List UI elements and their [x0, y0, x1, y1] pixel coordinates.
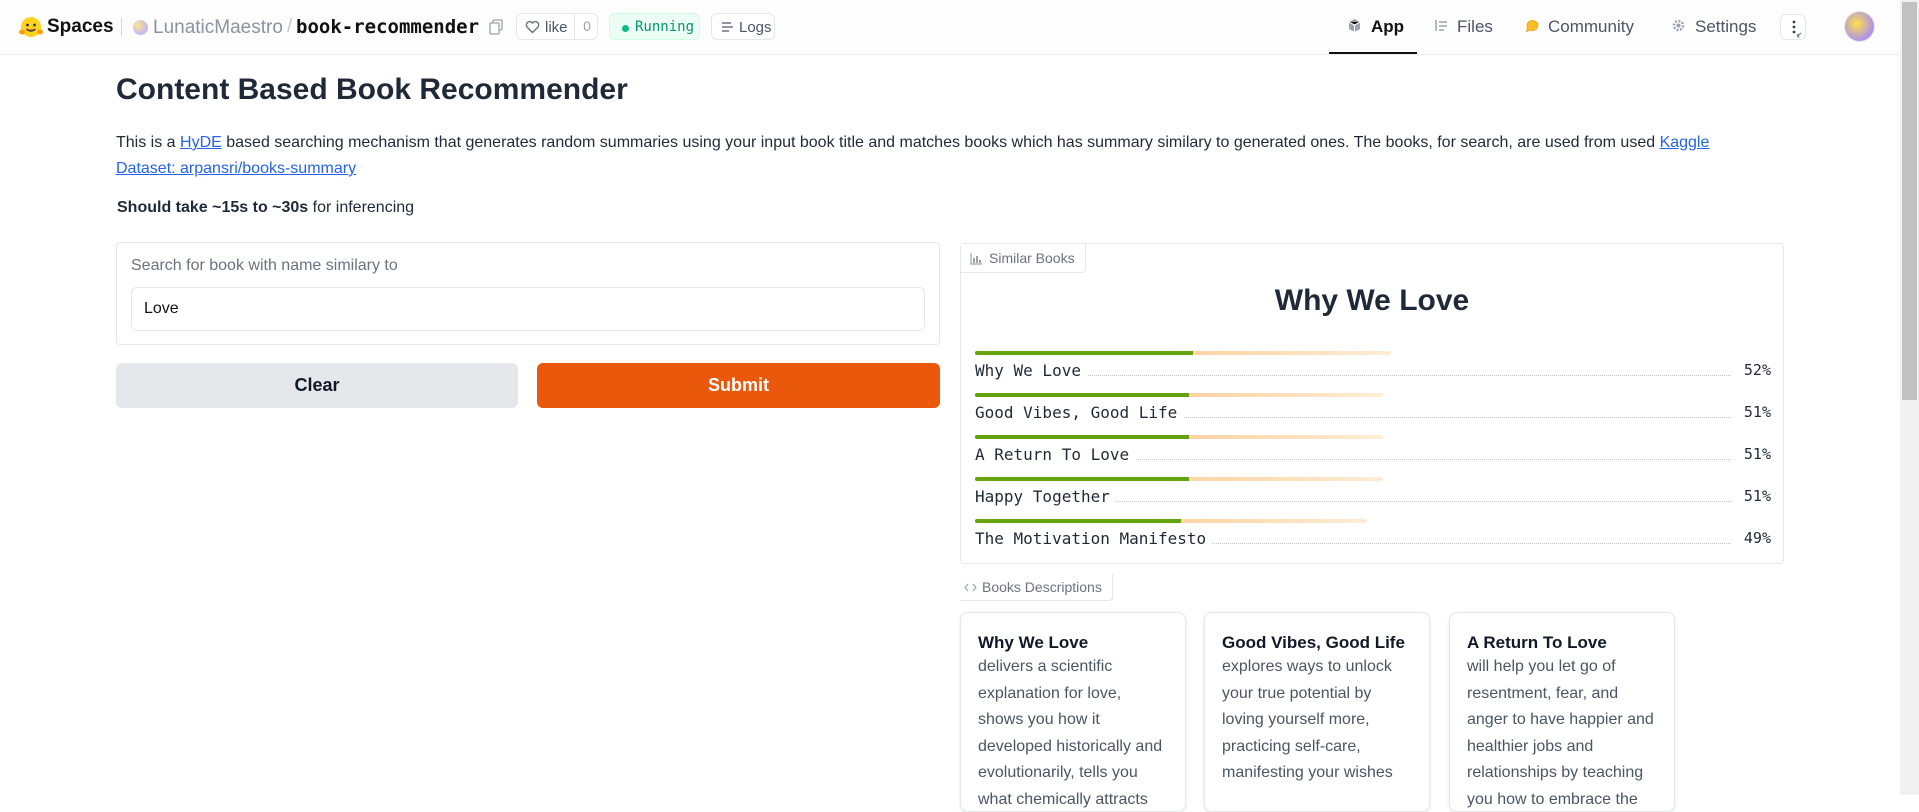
top-prediction-label: Why We Love: [1274, 284, 1470, 317]
like-label: like: [545, 19, 568, 36]
logs-icon: [722, 22, 733, 32]
confidence-label: Happy Together: [975, 487, 1116, 506]
user-avatar[interactable]: [1845, 12, 1874, 41]
confidence-bar-fill: [975, 477, 1190, 481]
cube-icon: [1348, 19, 1361, 32]
similar-books-tag-label: Similar Books: [989, 250, 1075, 266]
inference-note-rest: for inferencing: [308, 199, 415, 216]
copy-icon[interactable]: [489, 19, 503, 35]
gear-icon: [1672, 19, 1685, 32]
book-card-title: Why We Love: [978, 633, 1089, 652]
header-divider: [121, 18, 122, 36]
tab-community-label: Community: [1548, 17, 1634, 36]
book-card: Why We Love delivers a scientific explan…: [960, 612, 1186, 812]
inference-note: Should take ~15s to ~30s for inferencing: [117, 199, 414, 217]
status-badge[interactable]: Running: [609, 13, 700, 40]
tab-files[interactable]: Files: [1430, 0, 1510, 54]
tab-settings-label: Settings: [1695, 17, 1757, 36]
status-label: Running: [635, 19, 695, 35]
spaces-link[interactable]: Spaces: [47, 16, 114, 38]
page-title: Content Based Book Recommender: [116, 73, 628, 106]
desc-text-middle: based searching mechanism that generates…: [221, 134, 1660, 151]
tab-files-label: Files: [1457, 17, 1493, 36]
tab-app-label: App: [1371, 17, 1405, 36]
book-card-body: will help you let go of resentment, fear…: [1467, 658, 1654, 808]
top-navbar: Spaces LunaticMaestro / book-recommender…: [0, 0, 1900, 55]
confidence-percent: 51%: [1737, 445, 1771, 463]
leader-dots: [975, 375, 1731, 376]
logs-label: Logs: [739, 19, 772, 36]
scrollbar-thumb[interactable]: [1902, 2, 1917, 400]
books-descriptions-tag: Books Descriptions: [960, 574, 1113, 601]
more-vertical-icon: [1792, 20, 1802, 38]
book-card: A Return To Love will help you let go of…: [1449, 612, 1675, 812]
confidence-row[interactable]: The Motivation Manifesto 49%: [975, 519, 1771, 561]
search-input[interactable]: [131, 287, 925, 331]
book-card-title: Good Vibes, Good Life: [1222, 633, 1405, 652]
like-button[interactable]: like 0: [516, 13, 598, 40]
status-dot-icon: [622, 25, 629, 32]
confidence-bar-fill: [975, 435, 1190, 439]
app-description: This is a HyDE based searching mechanism…: [116, 130, 1766, 182]
files-icon: [1435, 20, 1447, 31]
submit-button[interactable]: Submit: [537, 363, 940, 408]
book-card: Good Vibes, Good Life explores ways to u…: [1204, 612, 1430, 812]
tab-community[interactable]: Community: [1521, 0, 1651, 54]
owner-avatar[interactable]: [133, 20, 148, 35]
similar-books-tag: Similar Books: [961, 244, 1086, 273]
book-card-body: explores ways to unlock your true potent…: [1222, 658, 1393, 781]
hugging-face-logo-icon[interactable]: [18, 15, 44, 39]
similar-books-panel: Similar Books Why We Love Why We Love 52…: [960, 243, 1784, 564]
confidence-percent: 49%: [1737, 529, 1771, 547]
repo-name-link[interactable]: book-recommender: [296, 16, 479, 38]
desc-text-start: This is a: [116, 134, 181, 151]
confidence-label: Good Vibes, Good Life: [975, 403, 1184, 422]
bar-chart-icon: [970, 253, 982, 265]
owner-link[interactable]: LunaticMaestro: [153, 17, 283, 39]
inference-note-bold: Should take ~15s to ~30s: [117, 199, 309, 216]
books-descriptions-tag-label: Books Descriptions: [982, 579, 1102, 595]
code-icon: [964, 583, 977, 592]
confidence-percent: 51%: [1737, 487, 1771, 505]
confidence-bar-fill: [975, 519, 1181, 523]
confidence-bar-fill: [975, 351, 1194, 355]
confidence-row[interactable]: Good Vibes, Good Life 51%: [975, 393, 1771, 435]
logs-button[interactable]: Logs: [711, 13, 775, 40]
like-count[interactable]: 0: [574, 14, 599, 39]
tab-settings[interactable]: Settings: [1667, 0, 1771, 54]
search-panel: Search for book with name similary to: [116, 242, 940, 345]
book-card-title: A Return To Love: [1467, 633, 1607, 652]
confidence-row[interactable]: Happy Together 51%: [975, 477, 1771, 519]
clear-button[interactable]: Clear: [116, 363, 518, 408]
confidence-row[interactable]: Why We Love 52%: [975, 351, 1771, 393]
community-icon: [1525, 20, 1539, 33]
confidence-row[interactable]: A Return To Love 51%: [975, 435, 1771, 477]
tab-app[interactable]: App: [1329, 0, 1417, 54]
confidence-percent: 51%: [1737, 403, 1771, 421]
book-card-body: delivers a scientific explanation for lo…: [978, 658, 1163, 808]
confidence-label: The Motivation Manifesto: [975, 529, 1213, 548]
confidence-label: Why We Love: [975, 361, 1087, 380]
confidence-bar-fill: [975, 393, 1190, 397]
confidence-label: A Return To Love: [975, 445, 1136, 464]
path-separator: /: [287, 16, 293, 37]
confidence-percent: 52%: [1737, 361, 1771, 379]
hyde-link[interactable]: HyDE: [180, 134, 222, 151]
search-label: Search for book with name similary to: [131, 257, 398, 274]
heart-icon: [525, 20, 540, 34]
more-options-button[interactable]: [1780, 14, 1806, 40]
